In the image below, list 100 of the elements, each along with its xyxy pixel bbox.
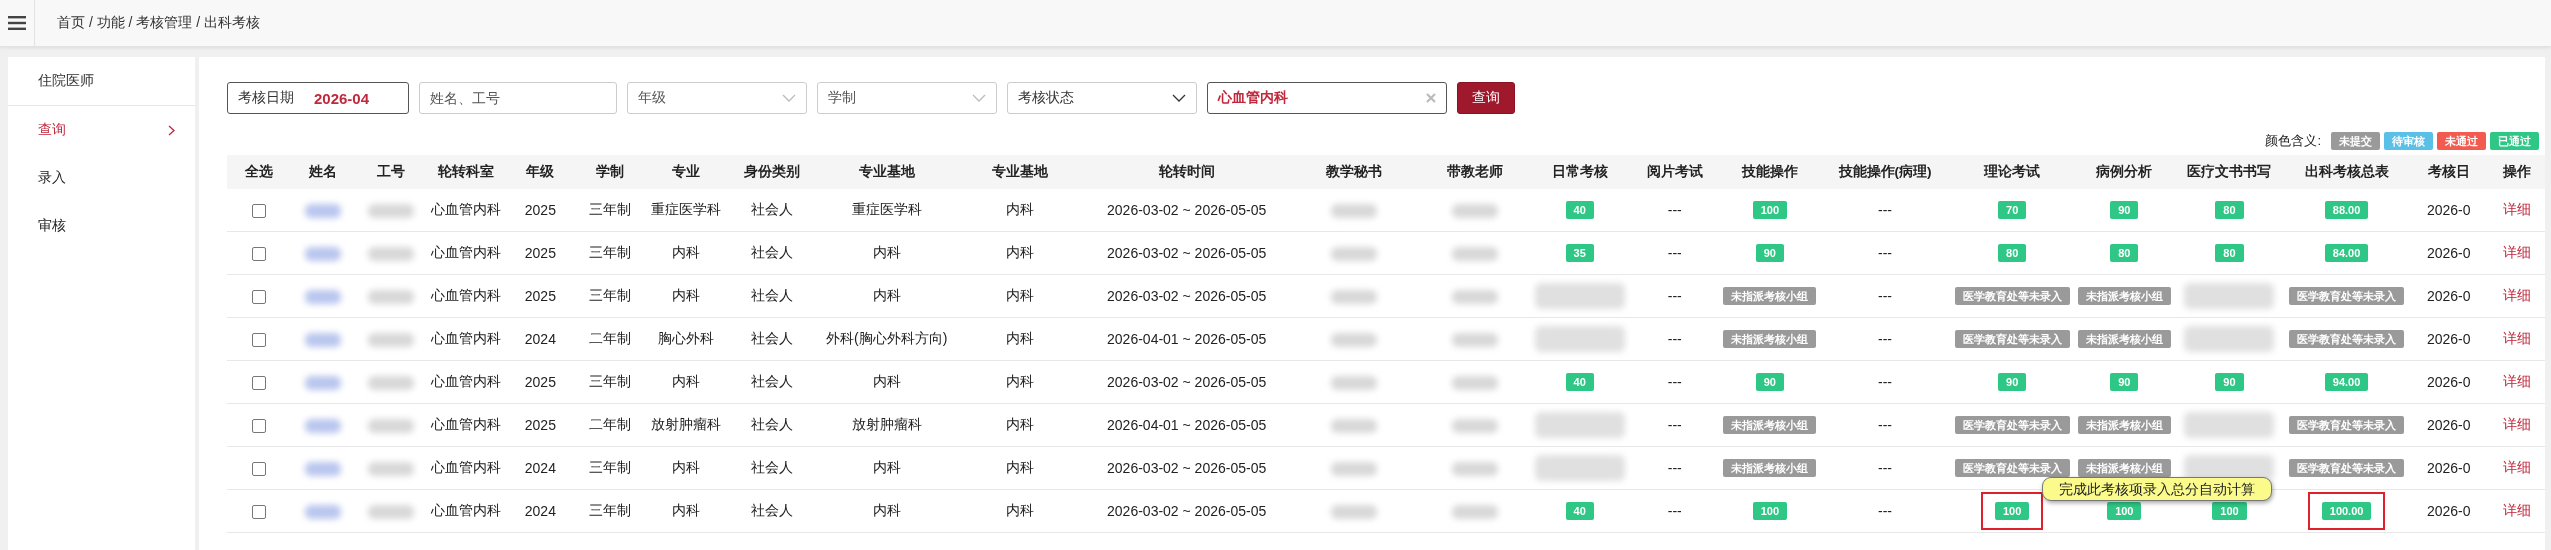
column-header: 操作 [2488, 155, 2545, 189]
status-select[interactable]: 考核状态 [1007, 82, 1197, 114]
detail-link[interactable]: 详细 [2502, 373, 2531, 389]
row-checkbox[interactable] [252, 419, 267, 434]
grade-select[interactable]: 年级 [627, 82, 807, 114]
sidebar-item[interactable]: 录入 [8, 154, 195, 202]
score-badge: 未指派考核小组 [2077, 459, 2171, 477]
table-cell: 2026-0 [2408, 274, 2489, 318]
blurred-text [305, 204, 342, 219]
detail-link[interactable]: 详细 [2502, 201, 2531, 217]
table-cell: 2026-03-02 ~ 2026-05-05 [1084, 489, 1290, 533]
sidebar-item[interactable]: 查询 [8, 106, 195, 154]
column-header: 工号 [355, 155, 427, 189]
score-badge: 医学教育处等未录入 [1954, 287, 2070, 305]
table-cell: 三年制 [575, 446, 646, 490]
row-checkbox[interactable] [252, 333, 267, 348]
detail-link[interactable]: 详细 [2502, 502, 2531, 518]
blurred-text [367, 204, 414, 219]
name-field[interactable]: 姓名、工号 [419, 82, 617, 114]
row-checkbox[interactable] [252, 290, 267, 305]
table-cell: 心血管内科 [426, 317, 506, 361]
score-badge: 80 [2215, 201, 2244, 219]
blurred-text [305, 462, 342, 477]
table-cell: 内科 [956, 231, 1084, 275]
row-checkbox[interactable] [252, 462, 267, 477]
column-header: 理论考试 [1950, 155, 2075, 189]
score-badge: 88.00 [2324, 201, 2369, 219]
legend-badge: 已通过 [2490, 132, 2539, 150]
table-cell: 2026-04-01 ~ 2026-05-05 [1084, 403, 1290, 447]
chevron-down-icon [782, 94, 796, 102]
table-cell: 内科 [645, 446, 727, 490]
blurred-text [1451, 376, 1498, 391]
legend-badge: 未提交 [2331, 132, 2380, 150]
row-checkbox[interactable] [252, 204, 267, 219]
score-badge: 100 [2107, 502, 2142, 520]
score-badge: 未指派考核小组 [2077, 287, 2171, 305]
detail-link[interactable]: 详细 [2502, 416, 2531, 432]
table-cell: 社会人 [726, 274, 817, 318]
table-cell: 重症医学科 [645, 189, 727, 232]
table-cell: --- [1819, 489, 1951, 533]
table-cell: 胸心外科 [645, 317, 727, 361]
column-header: 带教老师 [1419, 155, 1530, 189]
score-badge: 80 [1998, 244, 2027, 262]
column-header: 专业基地 [956, 155, 1084, 189]
table-cell: 内科 [645, 231, 727, 275]
row-checkbox[interactable] [252, 505, 267, 520]
blurred-text [1451, 333, 1498, 348]
department-field[interactable]: 心血管内科 [1207, 82, 1447, 114]
blurred-text [1331, 204, 1378, 219]
table-cell: --- [1629, 489, 1720, 533]
blurred-text [1451, 419, 1498, 434]
table-cell: --- [1629, 274, 1720, 318]
column-header: 专业 [645, 155, 727, 189]
tooltip: 完成此考核项录入总分自动计算 [2042, 477, 2272, 501]
table-cell: 社会人 [726, 360, 817, 404]
blurred-text [1331, 333, 1378, 348]
blurred-text [367, 290, 414, 305]
blurred-text [367, 247, 414, 262]
blurred-text [305, 247, 342, 262]
date-field[interactable]: 考核日期 2026-04 [227, 82, 409, 114]
table-cell: 内科 [645, 274, 727, 318]
table-cell: --- [1819, 317, 1951, 361]
score-badge: 医学教育处等未录入 [1954, 459, 2070, 477]
column-header: 病例分析 [2074, 155, 2175, 189]
column-header: 轮转时间 [1084, 155, 1290, 189]
row-checkbox[interactable] [252, 247, 267, 262]
table-cell: 2026-0 [2408, 403, 2489, 447]
table-cell: 心血管内科 [426, 489, 506, 533]
blurred-text [305, 290, 342, 305]
table-cell: --- [1629, 446, 1720, 490]
table-cell: 心血管内科 [426, 403, 506, 447]
blurred-text [305, 505, 342, 520]
table-cell: 内科 [816, 489, 957, 533]
blurred-text [367, 505, 414, 520]
score-badge: 90 [2110, 373, 2139, 391]
detail-link[interactable]: 详细 [2502, 244, 2531, 260]
table-cell: 内科 [816, 360, 957, 404]
row-checkbox[interactable] [252, 376, 267, 391]
table-cell: 三年制 [575, 489, 646, 533]
score-badge: 100 [1752, 201, 1788, 219]
blurred-text [1331, 505, 1378, 520]
table-cell: 2026-03-02 ~ 2026-05-05 [1084, 360, 1290, 404]
score-badge: 医学教育处等未录入 [2289, 330, 2405, 348]
score-badge: 未指派考核小组 [1723, 287, 1817, 305]
system-select[interactable]: 学制 [817, 82, 997, 114]
detail-link[interactable]: 详细 [2502, 459, 2531, 475]
sidebar-item[interactable]: 审核 [8, 202, 195, 250]
blurred-text [1451, 204, 1498, 219]
score-badge: 94.00 [2324, 373, 2369, 391]
table-cell: --- [1819, 231, 1951, 275]
detail-link[interactable]: 详细 [2502, 287, 2531, 303]
column-header: 姓名 [291, 155, 356, 189]
detail-link[interactable]: 详细 [2502, 330, 2531, 346]
table-cell: 内科 [956, 403, 1084, 447]
table-cell: 内科 [816, 231, 957, 275]
table-cell: 社会人 [726, 446, 817, 490]
column-header: 阅片考试 [1629, 155, 1720, 189]
table-cell: 2024 [505, 446, 576, 490]
score-badge: 医学教育处等未录入 [2289, 287, 2405, 305]
search-button[interactable]: 查询 [1457, 82, 1515, 114]
